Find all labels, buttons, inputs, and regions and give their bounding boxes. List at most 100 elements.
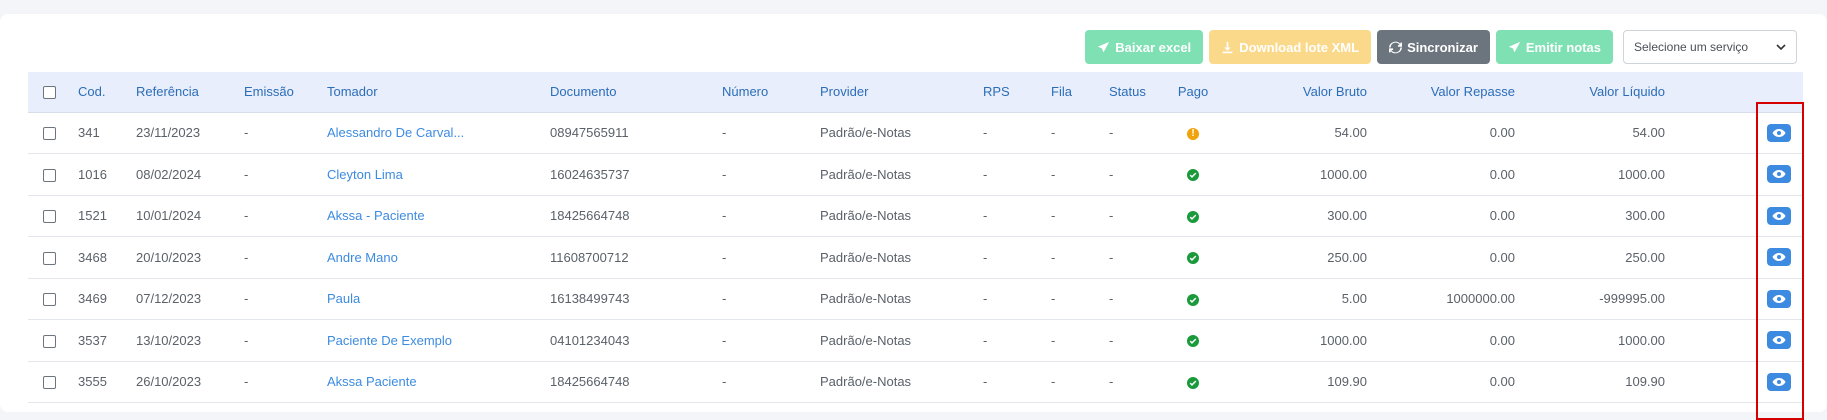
cell-tomador: Alessandro De Carval...: [319, 112, 542, 154]
table-row: 3555 26/10/2023 - Akssa Paciente 18425664748…: [28, 361, 1803, 403]
col-referencia[interactable]: Referência: [128, 72, 236, 113]
cell-rps: -: [983, 125, 988, 141]
row-checkbox[interactable]: [42, 127, 56, 141]
table-row: 3468 20/10/2023 - Andre Mano 11608700712 - Pad…: [28, 237, 1803, 279]
cell-cod: 3537: [78, 332, 107, 348]
row-checkbox[interactable]: [42, 210, 56, 224]
cell-rps: -: [983, 208, 988, 224]
row-checkbox[interactable]: [42, 251, 56, 265]
cell-emissao: -: [244, 208, 249, 224]
col-tomador[interactable]: Tomador: [319, 72, 542, 113]
cell-valor-liquido: 1000.00: [1618, 166, 1665, 182]
tomador-link[interactable]: Alessandro De Carval...: [327, 125, 464, 140]
eye-icon: [1772, 377, 1786, 387]
cell-tomador: Akssa - Paciente: [319, 195, 542, 237]
col-pago[interactable]: Pago: [1163, 72, 1223, 113]
cell-rps: -: [983, 291, 988, 307]
chevron-down-icon: [1776, 44, 1786, 51]
tomador-link[interactable]: Akssa Paciente: [327, 374, 417, 389]
col-documento[interactable]: Documento: [542, 72, 714, 113]
cell-status: -: [1109, 125, 1114, 141]
col-status[interactable]: Status: [1101, 72, 1163, 113]
cell-valor-bruto: 1000.00: [1320, 332, 1367, 348]
cell-numero: -: [722, 208, 727, 224]
cell-fila: -: [1051, 249, 1056, 265]
cell-cod: 1016: [78, 166, 107, 182]
check-circle-icon: [1187, 169, 1199, 182]
view-button[interactable]: [1767, 165, 1791, 184]
row-checkbox[interactable]: [42, 168, 56, 182]
cell-valor-repasse: 0.00: [1489, 249, 1515, 265]
cell-emissao: -: [244, 166, 249, 182]
service-select-value: Selecione um serviço: [1634, 40, 1749, 54]
row-checkbox[interactable]: [42, 376, 56, 390]
col-provider[interactable]: Provider: [812, 72, 975, 113]
view-button[interactable]: [1767, 331, 1791, 350]
cell-pago: [1163, 154, 1223, 196]
col-rps[interactable]: RPS: [975, 72, 1043, 113]
col-cod[interactable]: Cod.: [70, 72, 128, 113]
col-emissao[interactable]: Emissão: [236, 72, 319, 113]
cell-valor-liquido: 1000.00: [1618, 332, 1665, 348]
view-button[interactable]: [1767, 248, 1791, 267]
cell-cod: 3468: [78, 249, 107, 265]
cell-pago: [1163, 320, 1223, 362]
cell-referencia: 13/10/2023: [136, 332, 202, 348]
cell-actions: [1673, 278, 1803, 320]
cell-cod: 341: [78, 125, 100, 141]
cell-documento: 11608700712: [550, 249, 629, 265]
tomador-link[interactable]: Paciente De Exemplo: [327, 333, 452, 348]
baixar-excel-button[interactable]: Baixar excel: [1085, 30, 1204, 64]
emitir-notas-button[interactable]: Emitir notas: [1495, 30, 1613, 64]
cell-tomador: Akssa Paciente: [319, 361, 542, 403]
sync-icon: [1389, 41, 1403, 53]
tomador-link[interactable]: Paula: [327, 291, 360, 306]
eye-icon: [1772, 211, 1786, 221]
cell-emissao: -: [244, 374, 249, 390]
cell-fila: -: [1051, 374, 1056, 390]
select-all-checkbox[interactable]: [42, 86, 56, 100]
row-checkbox[interactable]: [42, 334, 56, 348]
download-xml-button[interactable]: Download lote XML: [1209, 30, 1372, 64]
cell-pago: [1163, 237, 1223, 279]
paper-plane-icon: [1098, 41, 1110, 52]
col-valor-bruto[interactable]: Valor Bruto: [1223, 72, 1375, 113]
row-select-cell: [28, 361, 70, 403]
eye-icon: [1772, 252, 1786, 262]
cell-actions: [1673, 112, 1803, 154]
cell-fila: -: [1051, 166, 1056, 182]
cell-valor-bruto: 54.00: [1334, 125, 1367, 141]
cell-valor-bruto: 250.00: [1327, 249, 1367, 265]
service-select[interactable]: Selecione um serviço: [1623, 30, 1797, 64]
view-button[interactable]: [1767, 123, 1791, 142]
col-actions: [1673, 72, 1803, 113]
row-checkbox[interactable]: [42, 293, 56, 307]
cell-referencia: 20/10/2023: [136, 249, 202, 265]
cell-cod: 1521: [78, 208, 107, 224]
tomador-link[interactable]: Akssa - Paciente: [327, 208, 425, 223]
view-button[interactable]: [1767, 289, 1791, 308]
view-button[interactable]: [1767, 372, 1791, 391]
tomador-link[interactable]: Andre Mano: [327, 250, 398, 265]
cell-referencia: 08/02/2024: [136, 166, 202, 182]
col-valor-liquido[interactable]: Valor Líquido: [1523, 72, 1673, 113]
check-circle-icon: [1187, 293, 1199, 306]
col-numero[interactable]: Número: [714, 72, 812, 113]
view-button[interactable]: [1767, 206, 1791, 225]
col-fila[interactable]: Fila: [1043, 72, 1101, 113]
cell-valor-liquido: 250.00: [1625, 249, 1665, 265]
cell-valor-bruto: 109.90: [1327, 374, 1367, 390]
cell-cod: 3555: [78, 374, 107, 390]
cell-rps: -: [983, 332, 988, 348]
cell-fila: -: [1051, 332, 1056, 348]
row-select-cell: [28, 278, 70, 320]
check-circle-icon: [1187, 376, 1199, 389]
invoices-table: Cod. Referência Emissão Tomador Document…: [28, 72, 1803, 403]
cell-referencia: 07/12/2023: [136, 291, 202, 307]
cell-valor-bruto: 300.00: [1327, 208, 1367, 224]
cell-status: -: [1109, 291, 1114, 307]
sincronizar-button[interactable]: Sincronizar: [1377, 30, 1490, 64]
col-valor-repasse[interactable]: Valor Repasse: [1375, 72, 1523, 113]
table-row: 1521 10/01/2024 - Akssa - Paciente 184256647…: [28, 195, 1803, 237]
tomador-link[interactable]: Cleyton Lima: [327, 167, 403, 182]
